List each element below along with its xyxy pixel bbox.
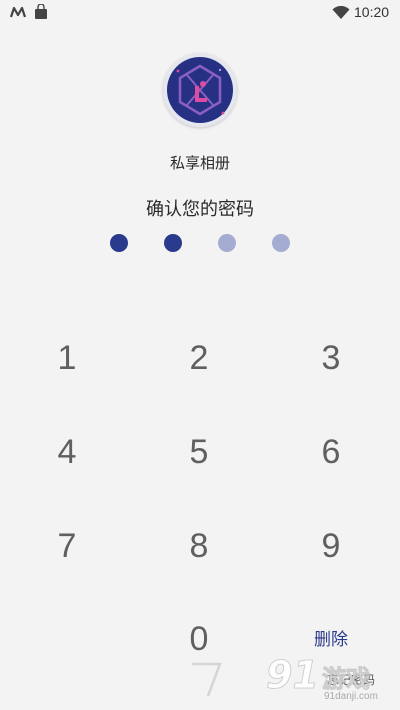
watermark-url: 91danji.com bbox=[324, 691, 378, 702]
status-time: 10:20 bbox=[354, 4, 390, 20]
key-8[interactable]: 8 bbox=[149, 511, 249, 581]
key-1[interactable]: 1 bbox=[17, 323, 117, 393]
watermark-name: 游戏 bbox=[322, 665, 371, 694]
pin-dot-4 bbox=[272, 234, 290, 252]
app-logo bbox=[163, 53, 237, 127]
key-7[interactable]: 7 bbox=[17, 511, 117, 581]
key-9[interactable]: 9 bbox=[281, 511, 381, 581]
status-bar: 10:20 bbox=[0, 0, 400, 26]
shopping-bag-icon bbox=[35, 4, 47, 19]
key-4[interactable]: 4 bbox=[17, 417, 117, 487]
key-3[interactable]: 3 bbox=[281, 323, 381, 393]
watermark-chevron-icon bbox=[192, 662, 222, 697]
pin-dot-2 bbox=[164, 234, 182, 252]
site-watermark: 91 游戏 91danji.com bbox=[262, 653, 398, 707]
watermark-logo: 91 bbox=[266, 653, 320, 698]
wifi-icon bbox=[332, 6, 350, 19]
m-app-icon bbox=[10, 6, 26, 18]
delete-button[interactable]: 删除 bbox=[296, 626, 366, 654]
pin-dot-3 bbox=[218, 234, 236, 252]
app-name: 私享相册 bbox=[169, 154, 230, 172]
pin-prompt: 确认您的密码 bbox=[146, 199, 254, 220]
key-5[interactable]: 5 bbox=[149, 417, 249, 487]
pin-dot-1 bbox=[110, 234, 128, 252]
key-6[interactable]: 6 bbox=[281, 417, 381, 487]
gallery-logo-icon bbox=[167, 57, 233, 123]
key-2[interactable]: 2 bbox=[149, 323, 249, 393]
